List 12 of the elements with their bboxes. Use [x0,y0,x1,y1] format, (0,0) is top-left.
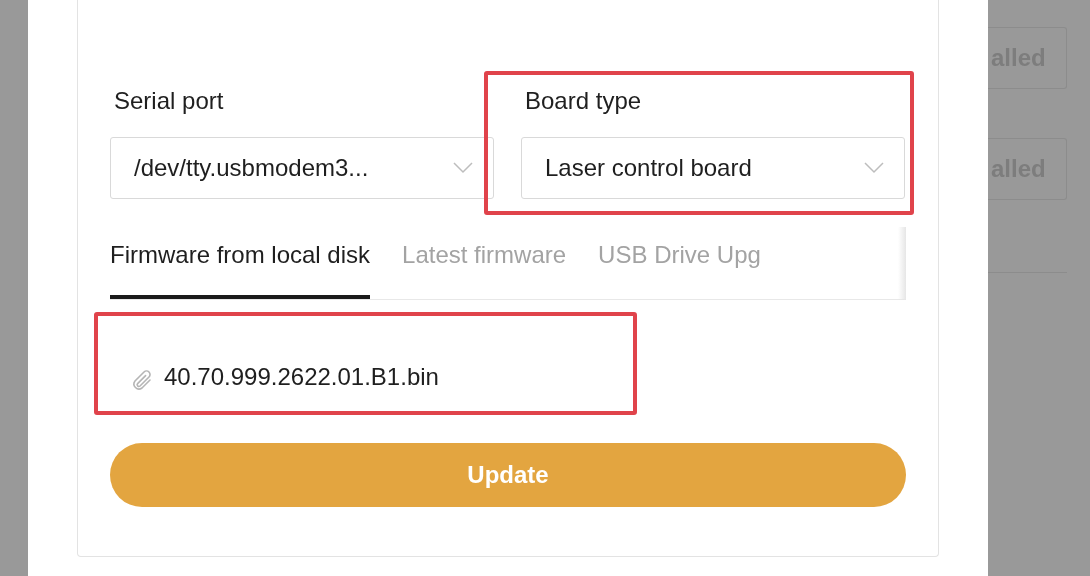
file-name: 40.70.999.2622.01.B1.bin [164,362,439,392]
tab[interactable]: Latest firmware [402,227,567,299]
chevron-down-icon [864,162,884,174]
select-field[interactable]: Laser control board [521,137,905,199]
select-field[interactable]: /dev/tty.usbmodem3... [110,137,494,199]
tab[interactable]: Firmware from local disk [110,227,371,299]
field-label: Board type [524,87,643,116]
paperclip-icon [130,369,154,393]
tab[interactable]: USB Drive Upg [598,227,761,299]
chevron-down-icon [453,162,473,174]
update-button[interactable]: Update [110,443,906,507]
field-label: Serial port [113,87,225,116]
